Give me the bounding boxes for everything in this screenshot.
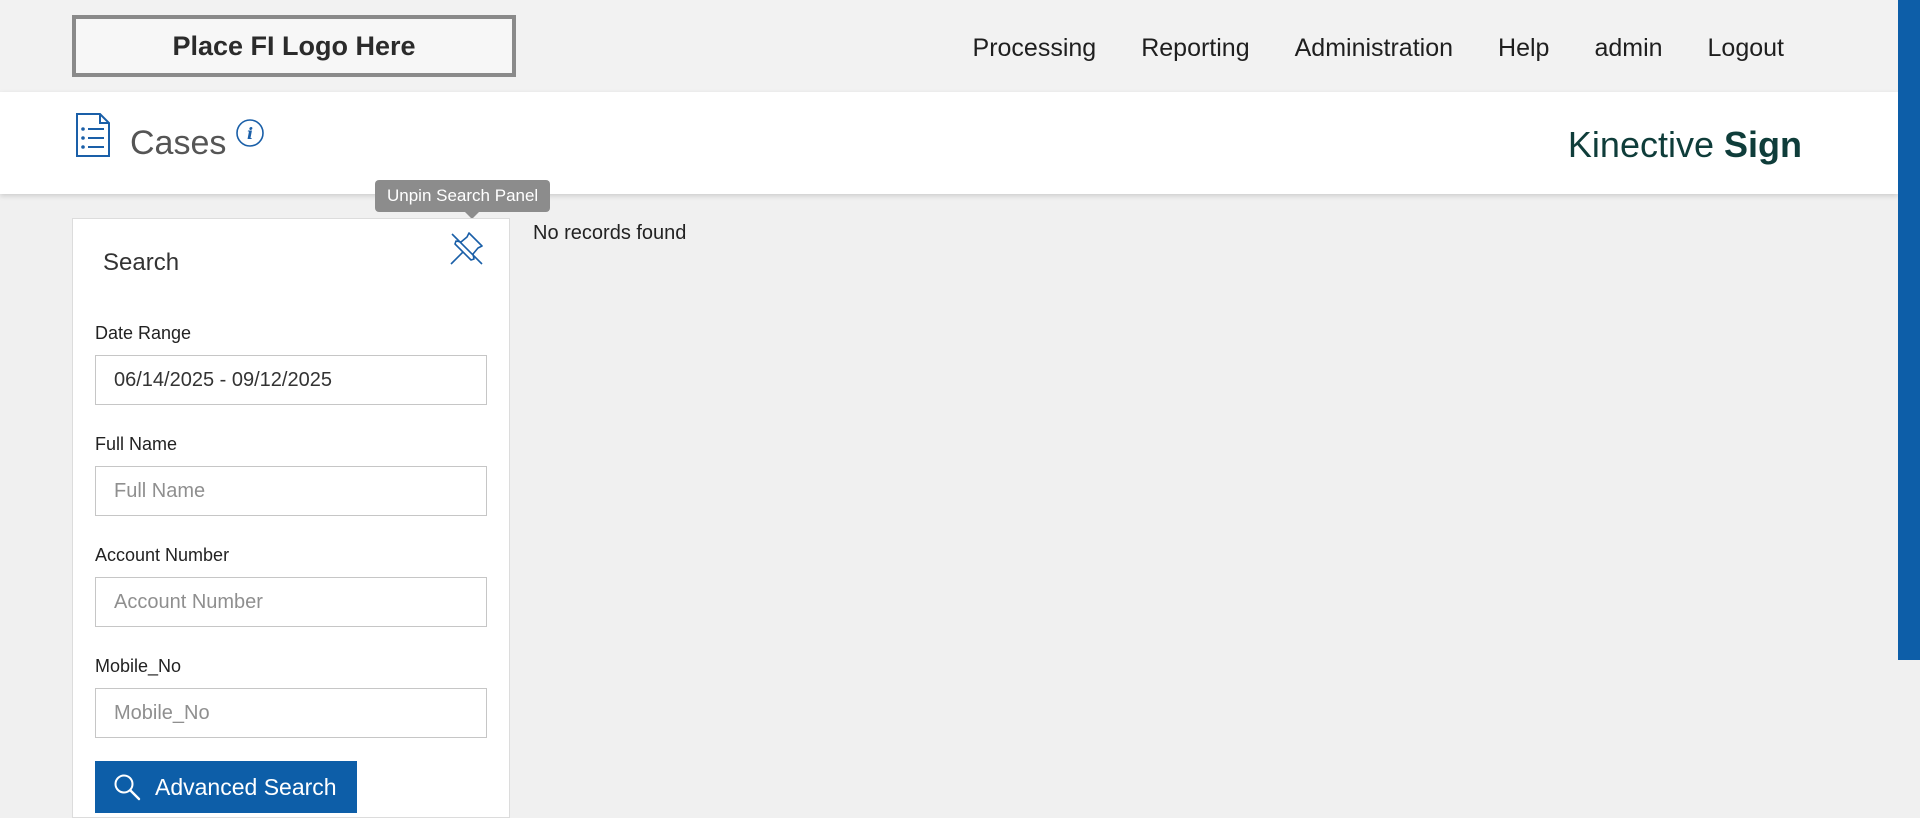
logo-placeholder: Place FI Logo Here [72, 15, 516, 77]
unpin-icon[interactable] [447, 228, 487, 268]
unpin-tooltip: Unpin Search Panel [375, 180, 551, 219]
search-panel-title: Search [103, 249, 180, 276]
nav-logout[interactable]: Logout [1708, 34, 1784, 63]
date-range-label: Date Range [95, 323, 192, 343]
nav-administration[interactable]: Administration [1295, 34, 1453, 63]
nav-reporting[interactable]: Reporting [1141, 34, 1249, 63]
search-icon [114, 774, 141, 801]
info-icon[interactable]: i [235, 118, 265, 148]
top-navigation-bar: Place FI Logo Here Processing Reporting … [0, 0, 1898, 92]
brand-logo: Kinective Sign [1568, 124, 1802, 166]
date-range-input[interactable] [95, 355, 487, 405]
brand-product: Sign [1724, 124, 1802, 165]
nav-help[interactable]: Help [1498, 34, 1549, 63]
brand-name: Kinective [1567, 124, 1724, 165]
advanced-search-label: Advanced Search [155, 773, 337, 800]
full-name-input[interactable] [95, 466, 487, 516]
nav-user-admin[interactable]: admin [1594, 34, 1662, 63]
account-number-input[interactable] [95, 577, 487, 627]
scrollbar-track[interactable] [1898, 0, 1920, 800]
page-header: Cases i Kinective Sign [0, 92, 1898, 194]
search-panel: Search Date Range Full Name Account Numb… [72, 218, 510, 818]
full-name-label: Full Name [95, 434, 178, 454]
logo-text: Place FI Logo Here [172, 30, 416, 61]
mobile-no-label: Mobile_No [95, 656, 182, 676]
list-document-icon [76, 113, 110, 157]
no-records-message: No records found [533, 222, 687, 244]
account-number-label: Account Number [95, 545, 230, 565]
nav-processing[interactable]: Processing [973, 34, 1097, 63]
scrollbar-thumb[interactable] [1898, 0, 1920, 660]
advanced-search-button[interactable]: Advanced Search [95, 761, 357, 813]
page-title: Cases [130, 124, 227, 162]
mobile-no-input[interactable] [95, 688, 487, 738]
main-nav: Processing Reporting Administration Help… [928, 34, 1784, 63]
svg-text:i: i [247, 124, 253, 143]
